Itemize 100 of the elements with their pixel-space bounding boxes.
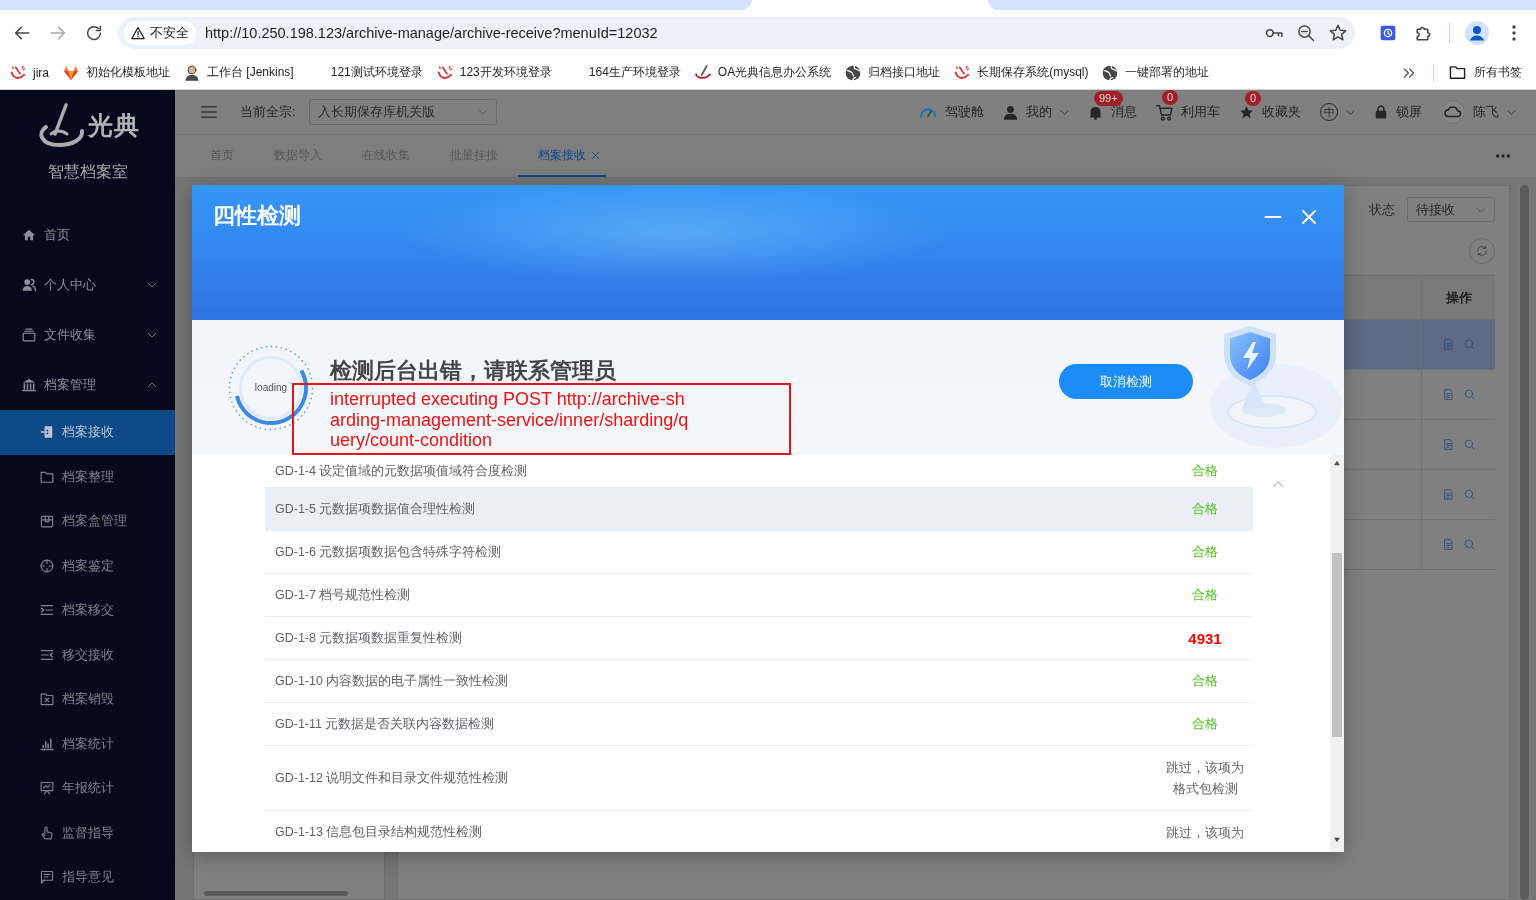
- outdent-icon: [40, 647, 54, 662]
- bookmark-link[interactable]: jira: [3, 64, 56, 81]
- sidebar-item[interactable]: 档案鉴定: [0, 543, 175, 588]
- all-bookmarks-link[interactable]: 所有书签: [1449, 64, 1522, 81]
- person-icon: [184, 64, 200, 81]
- globe-icon: [1102, 64, 1119, 81]
- folder-icon: [40, 469, 54, 484]
- sidebar-item[interactable]: 档案盒管理: [0, 499, 175, 544]
- caret-down-icon: [1507, 107, 1516, 117]
- url-text: http://10.250.198.123/archive-manage/archive-receive?menuId=12032: [205, 25, 658, 41]
- sidebar-item[interactable]: 个人中心: [0, 260, 175, 310]
- loading-label: loading: [254, 382, 288, 393]
- close-icon[interactable]: [1300, 208, 1318, 226]
- scroll-down-arrow-icon[interactable]: [1333, 836, 1341, 844]
- zoom-out-icon[interactable]: [1297, 24, 1315, 42]
- caret-down-icon: [1060, 107, 1069, 117]
- puzzle-icon[interactable]: [1415, 24, 1433, 42]
- check-result: 4931: [1188, 629, 1222, 647]
- bookmark-link[interactable]: 123开发环境登录: [429, 64, 559, 81]
- bookmark-link[interactable]: 工作台 [Jenkins]: [177, 64, 301, 81]
- crosshair-icon: [40, 558, 54, 573]
- menu-dropdown[interactable]: 我的: [1003, 103, 1069, 121]
- document-icon[interactable]: [1442, 389, 1454, 400]
- refresh-button[interactable]: [1469, 238, 1495, 264]
- sidebar-item[interactable]: 档案管理: [0, 360, 175, 410]
- scroll-up-arrow-icon[interactable]: [1333, 459, 1341, 467]
- fox-icon: [63, 64, 79, 81]
- check-result: 合格: [1192, 543, 1218, 561]
- star-icon[interactable]: [1329, 24, 1347, 42]
- search-icon[interactable]: [1463, 539, 1475, 550]
- document-icon[interactable]: [1442, 489, 1454, 500]
- folder-x-icon: [40, 692, 54, 707]
- document-icon[interactable]: [1442, 439, 1454, 450]
- scrollbar-thumb[interactable]: [204, 891, 348, 896]
- sidebar-item[interactable]: 移交接收: [0, 632, 175, 677]
- error-heading: 检测后台出错，请联系管理员: [330, 359, 616, 383]
- scrollbar[interactable]: [1330, 455, 1344, 852]
- check-result: 跳过，该项为格式包检测: [1165, 759, 1245, 798]
- loading-ring-icon: [228, 344, 314, 431]
- refresh-icon: [1476, 245, 1488, 257]
- table-row[interactable]: [1344, 319, 1495, 369]
- sidebar-item[interactable]: 档案移交: [0, 588, 175, 633]
- search-icon[interactable]: [1463, 439, 1475, 450]
- header-link[interactable]: 锁屏: [1374, 103, 1422, 121]
- cloud-icon: [1441, 100, 1465, 124]
- user-dropdown[interactable]: 陈飞: [1441, 100, 1516, 124]
- sidebar-item[interactable]: 档案接收: [0, 410, 175, 455]
- header-link[interactable]: 99+ 消息: [1088, 87, 1137, 121]
- cancel-button[interactable]: 取消检测: [1059, 364, 1193, 399]
- sidebar-item[interactable]: 档案整理: [0, 454, 175, 499]
- document-icon[interactable]: [1442, 539, 1454, 550]
- sidebar-item[interactable]: 档案统计: [0, 721, 175, 766]
- avatar-icon[interactable]: [1465, 21, 1489, 45]
- back-arrow-icon[interactable]: [13, 24, 31, 42]
- sidebar-item[interactable]: 年报统计: [0, 766, 175, 811]
- bookmark-link[interactable]: 归档接口地址: [838, 64, 948, 81]
- close-icon[interactable]: [591, 150, 600, 160]
- search-icon[interactable]: [1463, 339, 1475, 350]
- address-bar[interactable]: 不安全 http://10.250.198.123/archive-manage/archive-receive?menuId=12032: [118, 17, 1355, 49]
- header-link[interactable]: 驾驶舱: [919, 103, 984, 121]
- search-icon[interactable]: [1463, 489, 1475, 500]
- chevrons-right-icon[interactable]: [1402, 65, 1416, 80]
- chevron-up-icon[interactable]: [1272, 478, 1284, 490]
- bookmark-link[interactable]: 初始化模板地址: [56, 64, 177, 81]
- bookmark-link[interactable]: 164生产环境登录: [558, 64, 688, 81]
- brand-name: 光典: [88, 109, 140, 141]
- sidebar-item[interactable]: 文件收集: [0, 310, 175, 360]
- bell-icon: [1088, 104, 1103, 120]
- sidebar-item[interactable]: 监督指导: [0, 810, 175, 855]
- indent-icon: [40, 603, 54, 618]
- sidebar-item[interactable]: 指导意见: [0, 855, 175, 900]
- reload-icon[interactable]: [85, 24, 103, 42]
- box-icon: [40, 514, 54, 529]
- document-icon[interactable]: [1442, 339, 1454, 350]
- scope-select[interactable]: 入长期保存库机关版: [308, 99, 497, 125]
- header-link[interactable]: 0 利用车: [1156, 87, 1220, 121]
- bookmark-link[interactable]: 121测试环境登录: [300, 64, 430, 81]
- menu-icon[interactable]: [200, 103, 218, 121]
- error-message: interrupted executing POST http://archive-sharding-management-service/inner/sharding/query/count-condition: [330, 389, 690, 451]
- check-name: GD-1-8 元数据项数据重复性检测: [275, 629, 464, 647]
- count-badge: 99+: [1094, 90, 1123, 106]
- board-icon: [40, 781, 54, 796]
- folder-icon: [1449, 64, 1466, 81]
- status-select[interactable]: 待接收: [1407, 197, 1495, 222]
- bookmark-link[interactable]: 长期保存系统(mysql): [947, 64, 1096, 81]
- header-link[interactable]: 0 收藏夹: [1239, 87, 1301, 121]
- sidebar-item[interactable]: 首页: [0, 210, 175, 260]
- extension-icon[interactable]: [1380, 25, 1396, 41]
- search-icon[interactable]: [1463, 389, 1475, 400]
- bookmark-link[interactable]: 一键部署的地址: [1095, 64, 1217, 81]
- security-chip[interactable]: 不安全: [124, 21, 196, 45]
- check-name: GD-1-4 设定值域的元数据项值域符合度检测: [275, 462, 529, 480]
- person-icon: [1003, 104, 1018, 120]
- check-result: 合格: [1192, 586, 1218, 604]
- pen-swoosh-icon: [694, 64, 711, 81]
- sidebar-item[interactable]: 档案销毁: [0, 677, 175, 722]
- forward-arrow-icon[interactable]: [49, 24, 67, 42]
- bookmark-link[interactable]: OA光典信息办公系统: [687, 64, 839, 81]
- scrollbar-thumb[interactable]: [1332, 553, 1342, 737]
- check-name: GD-1-6 元数据项数据包含特殊字符检测: [275, 543, 503, 561]
